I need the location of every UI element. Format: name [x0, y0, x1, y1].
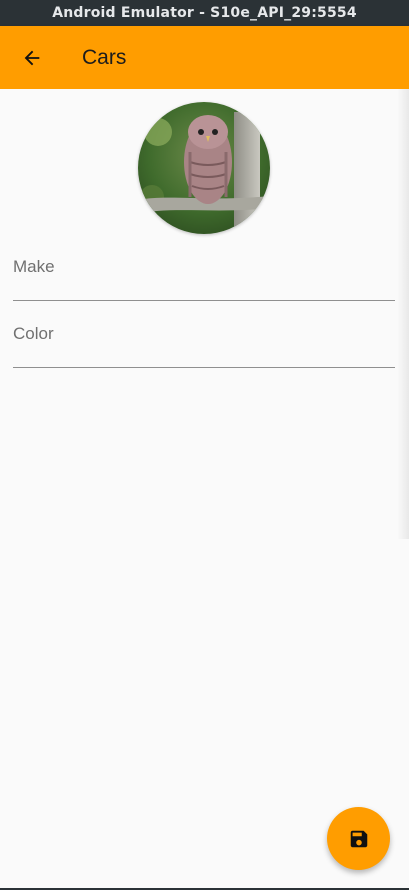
form-content: Make Color: [0, 89, 409, 889]
window-title-text: Android Emulator - S10e_API_29:5554: [52, 5, 357, 21]
back-button[interactable]: [12, 38, 52, 78]
edge-shadow: [397, 89, 409, 539]
arrow-back-icon: [24, 50, 40, 66]
save-button[interactable]: [327, 807, 390, 870]
app-bar: Cars: [0, 26, 409, 89]
owl-image: [138, 102, 270, 234]
make-input[interactable]: [13, 253, 395, 300]
color-field[interactable]: Color: [13, 320, 395, 368]
color-input[interactable]: [13, 320, 395, 367]
emulator-window-title: Android Emulator - S10e_API_29:5554: [0, 0, 409, 26]
page-title: Cars: [82, 46, 127, 69]
avatar[interactable]: [138, 102, 270, 234]
make-field[interactable]: Make: [13, 253, 395, 301]
save-icon: [350, 830, 367, 847]
